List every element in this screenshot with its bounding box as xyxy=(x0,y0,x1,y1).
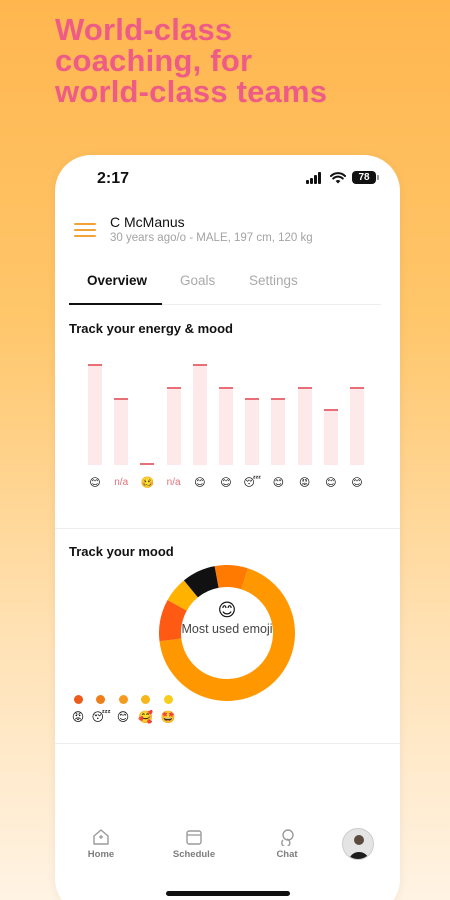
legend-dot xyxy=(118,695,128,704)
energy-bar-mood: 😊 xyxy=(194,477,206,489)
signal-icon xyxy=(306,172,324,184)
energy-bar-mood: 😊 xyxy=(351,477,363,489)
energy-bar-cap xyxy=(114,398,129,400)
headline-line-1: World-class xyxy=(55,12,233,47)
calendar-icon xyxy=(186,830,202,845)
energy-bar[interactable] xyxy=(192,364,207,465)
energy-bar[interactable] xyxy=(297,387,312,465)
status-bar: 2:17 78 xyxy=(55,155,400,203)
energy-bar-mood: 😴 xyxy=(243,477,262,489)
energy-bar[interactable] xyxy=(350,387,364,465)
energy-bar[interactable] xyxy=(323,409,338,465)
battery-icon: 78 xyxy=(352,171,379,184)
legend-emoji: 😡 xyxy=(71,710,85,724)
energy-bar[interactable] xyxy=(245,398,260,465)
legend-emoji: 🥰 xyxy=(138,710,153,724)
nav-home-label: Home xyxy=(87,849,115,860)
legend-item: 🥰 xyxy=(137,695,155,724)
energy-bar-mood: 😊 xyxy=(220,477,232,489)
energy-bar-cap xyxy=(219,387,233,389)
energy-bar-cap xyxy=(297,387,312,389)
divider xyxy=(55,743,400,744)
nav-schedule[interactable]: Schedule xyxy=(164,828,224,860)
tab-overview[interactable]: Overview xyxy=(87,273,147,288)
energy-bar[interactable] xyxy=(140,463,155,465)
energy-bar-mood: 😊 xyxy=(325,477,337,489)
headline-line-2: coaching, for xyxy=(55,43,253,78)
energy-bar-cap xyxy=(245,398,260,400)
nav-home[interactable]: Home xyxy=(71,828,131,860)
wifi-icon xyxy=(330,172,346,184)
legend-item: 😡 xyxy=(69,695,87,724)
headline-line-3: world-class teams xyxy=(55,74,328,109)
tab-settings[interactable]: Settings xyxy=(249,273,298,288)
nav-schedule-label: Schedule xyxy=(172,849,216,860)
energy-bar-cap xyxy=(140,463,155,465)
legend-item: 😊 xyxy=(114,695,132,724)
energy-chart: 😊 n/a 🥴 n/a 😊 😊 😴 😊 😡 😊 😊 xyxy=(69,345,389,495)
energy-bar-cap xyxy=(323,409,338,411)
energy-bar-mood: 😊 xyxy=(89,477,101,489)
mood-legend: 😡 😴 😊 🥰 🤩 xyxy=(69,695,269,735)
energy-bar-mood: n/a xyxy=(166,477,181,488)
donut-center: 😊 Most used emoji xyxy=(159,599,295,637)
legend-dot xyxy=(141,695,150,704)
mood-section-title: Track your mood xyxy=(69,544,174,559)
menu-icon[interactable] xyxy=(74,221,98,239)
energy-bar-mood: 😊 xyxy=(272,477,285,489)
avatar[interactable] xyxy=(342,828,374,860)
most-used-label: Most used emoji xyxy=(181,622,273,636)
status-time: 2:17 xyxy=(97,170,130,187)
legend-emoji: 🤩 xyxy=(160,710,176,724)
energy-bar-cap xyxy=(166,387,181,389)
energy-bar-cap xyxy=(271,398,286,400)
home-indicator xyxy=(166,891,290,896)
phone-screen: 2:17 78 C McManus 30 years ago/o - MALE,… xyxy=(55,155,400,900)
divider xyxy=(55,528,400,529)
legend-emoji: 😴 xyxy=(91,710,111,724)
tab-bar: Overview Goals Settings xyxy=(69,265,381,305)
most-used-emoji: 😊 xyxy=(217,600,237,620)
energy-section-title: Track your energy & mood xyxy=(69,321,233,336)
energy-bar-mood: n/a xyxy=(114,477,129,488)
mood-donut: 😊 Most used emoji xyxy=(159,565,295,701)
legend-dot xyxy=(163,695,173,704)
energy-bar-cap xyxy=(88,364,102,366)
legend-item: 😴 xyxy=(91,695,111,724)
legend-dot xyxy=(73,695,83,704)
energy-bar[interactable] xyxy=(114,398,129,465)
headline: World-class coaching, for world-class te… xyxy=(55,14,415,107)
legend-emoji: 😊 xyxy=(116,710,130,724)
energy-bar[interactable] xyxy=(88,364,102,465)
tab-active-indicator xyxy=(69,303,162,305)
nav-chat[interactable]: Chat xyxy=(257,828,317,860)
nav-chat-label: Chat xyxy=(276,849,298,860)
chat-icon xyxy=(281,829,294,846)
energy-bar-mood: 🥴 xyxy=(140,477,155,489)
legend-item: 🤩 xyxy=(159,695,177,724)
energy-bar[interactable] xyxy=(166,387,181,465)
profile-header: C McManus 30 years ago/o - MALE, 197 cm,… xyxy=(55,203,400,265)
profile-name: C McManus xyxy=(110,214,185,230)
energy-bar-mood: 😡 xyxy=(298,477,311,489)
tab-goals[interactable]: Goals xyxy=(180,273,215,288)
legend-dot xyxy=(96,695,105,704)
energy-bar[interactable] xyxy=(219,387,233,465)
energy-bar[interactable] xyxy=(271,398,286,465)
home-icon xyxy=(93,829,109,845)
profile-info: 30 years ago/o - MALE, 197 cm, 120 kg xyxy=(110,232,313,244)
energy-bar-cap xyxy=(350,387,364,389)
energy-bar-cap xyxy=(192,364,207,366)
